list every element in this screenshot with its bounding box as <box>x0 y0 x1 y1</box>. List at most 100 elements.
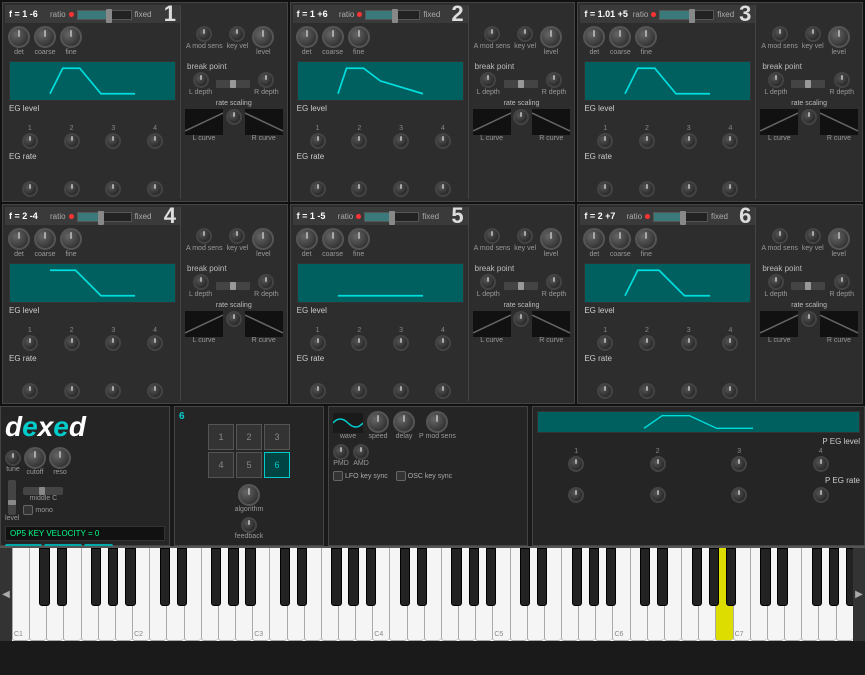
black-key-11[interactable] <box>297 548 307 606</box>
op1-ldepth[interactable] <box>193 72 209 88</box>
black-key-32[interactable] <box>812 548 822 606</box>
op1-rcurve-svg <box>245 109 283 135</box>
op1-ratescale[interactable] <box>226 109 242 125</box>
black-key-25[interactable] <box>640 548 650 606</box>
pmod-sens-knob[interactable] <box>426 411 448 433</box>
black-key-3[interactable] <box>108 548 118 606</box>
op1-egr1[interactable] <box>22 181 38 197</box>
black-key-31[interactable] <box>777 548 787 606</box>
op2-ratio-slider[interactable] <box>365 10 420 20</box>
algo-cell-5[interactable]: 5 <box>236 452 262 478</box>
pmd-knob[interactable] <box>333 444 349 460</box>
algorithm-knob[interactable] <box>238 484 260 506</box>
lfo-key-sync-check[interactable] <box>333 471 343 481</box>
op1-egr3[interactable] <box>105 181 121 197</box>
op1-rdepth[interactable] <box>258 72 274 88</box>
peg-level1[interactable] <box>568 456 584 472</box>
op1-break-slider[interactable] <box>216 80 250 88</box>
algo-cell-6[interactable]: 6 <box>264 452 290 478</box>
black-key-0[interactable] <box>39 548 49 606</box>
op1-egl1[interactable] <box>22 133 38 149</box>
black-key-29[interactable] <box>726 548 736 606</box>
tune-knob[interactable] <box>5 450 21 466</box>
black-key-4[interactable] <box>125 548 135 606</box>
black-key-5[interactable] <box>160 548 170 606</box>
operator-5: f = 1 -5 ratio fixed 5 det coarse fine <box>290 204 576 404</box>
lfo-delay-knob[interactable] <box>393 411 415 433</box>
op1-coarse-label: coarse <box>34 49 55 56</box>
op2-eg-level-row: 1 2 3 4 <box>293 114 468 151</box>
black-key-12[interactable] <box>331 548 341 606</box>
black-key-26[interactable] <box>657 548 667 606</box>
black-key-10[interactable] <box>280 548 290 606</box>
mono-checkbox[interactable] <box>23 505 33 515</box>
middle-c-slider[interactable] <box>23 487 63 495</box>
op1-egr2[interactable] <box>64 181 80 197</box>
osc-key-sync-check[interactable] <box>396 471 406 481</box>
op1-level[interactable] <box>252 26 274 48</box>
black-key-14[interactable] <box>366 548 376 606</box>
op1-egl2[interactable] <box>64 133 80 149</box>
black-key-33[interactable] <box>829 548 839 606</box>
white-key-0[interactable]: C1 <box>12 548 29 641</box>
black-key-21[interactable] <box>537 548 547 606</box>
black-key-6[interactable] <box>177 548 187 606</box>
peg-level4[interactable] <box>813 456 829 472</box>
op2-coarse-knob[interactable] <box>322 26 344 48</box>
peg-rate3[interactable] <box>731 487 747 503</box>
black-key-9[interactable] <box>245 548 255 606</box>
black-key-13[interactable] <box>348 548 358 606</box>
peg-rate1[interactable] <box>568 487 584 503</box>
op1-egl3[interactable] <box>105 133 121 149</box>
op1-fine-label: fine <box>65 49 76 56</box>
op1-coarse-knob[interactable] <box>34 26 56 48</box>
amd-knob[interactable] <box>353 444 369 460</box>
black-key-27[interactable] <box>692 548 702 606</box>
black-key-2[interactable] <box>91 548 101 606</box>
algo-cell-4[interactable]: 4 <box>208 452 234 478</box>
black-key-20[interactable] <box>520 548 530 606</box>
lfo-speed-knob[interactable] <box>367 411 389 433</box>
piano-right-arrow[interactable]: ▶ <box>853 548 865 641</box>
black-key-19[interactable] <box>486 548 496 606</box>
algo-cell-3[interactable]: 3 <box>264 424 290 450</box>
op1-keyvel[interactable] <box>229 26 245 42</box>
black-key-24[interactable] <box>606 548 616 606</box>
algo-cell-2[interactable]: 2 <box>236 424 262 450</box>
op1-number: 1 <box>164 3 176 25</box>
level-slider[interactable] <box>8 480 16 515</box>
algo-cell-1[interactable]: 1 <box>208 424 234 450</box>
black-key-18[interactable] <box>469 548 479 606</box>
peg-level3[interactable] <box>731 456 747 472</box>
op1-amodsens[interactable] <box>196 26 212 42</box>
black-key-7[interactable] <box>211 548 221 606</box>
peg-rate4[interactable] <box>813 487 829 503</box>
black-key-23[interactable] <box>589 548 599 606</box>
black-key-17[interactable] <box>451 548 461 606</box>
black-key-30[interactable] <box>760 548 770 606</box>
black-key-28[interactable] <box>709 548 719 606</box>
op1-det-knob[interactable] <box>8 26 30 48</box>
op2-fine-knob[interactable] <box>348 26 370 48</box>
peg-level2[interactable] <box>650 456 666 472</box>
op2-det-knob[interactable] <box>296 26 318 48</box>
feedback-knob[interactable] <box>241 517 257 533</box>
op1-egr4[interactable] <box>147 181 163 197</box>
cutoff-knob[interactable] <box>24 447 46 469</box>
peg-rate2[interactable] <box>650 487 666 503</box>
black-key-8[interactable] <box>228 548 238 606</box>
piano-left-arrow[interactable]: ◀ <box>0 548 12 641</box>
black-key-34[interactable] <box>846 548 853 606</box>
piano-keys[interactable]: C1C2C3C4C5C6C7 <box>12 548 853 641</box>
reso-knob[interactable] <box>49 447 71 469</box>
op1-fine-knob[interactable] <box>60 26 82 48</box>
peg-display <box>537 411 860 433</box>
black-key-16[interactable] <box>417 548 427 606</box>
black-key-15[interactable] <box>400 548 410 606</box>
op2-eg-display <box>297 61 464 101</box>
op2-eg-rate-row <box>293 162 468 199</box>
op1-ratio-slider[interactable] <box>77 10 132 20</box>
op1-egl4[interactable] <box>147 133 163 149</box>
black-key-1[interactable] <box>57 548 67 606</box>
black-key-22[interactable] <box>572 548 582 606</box>
